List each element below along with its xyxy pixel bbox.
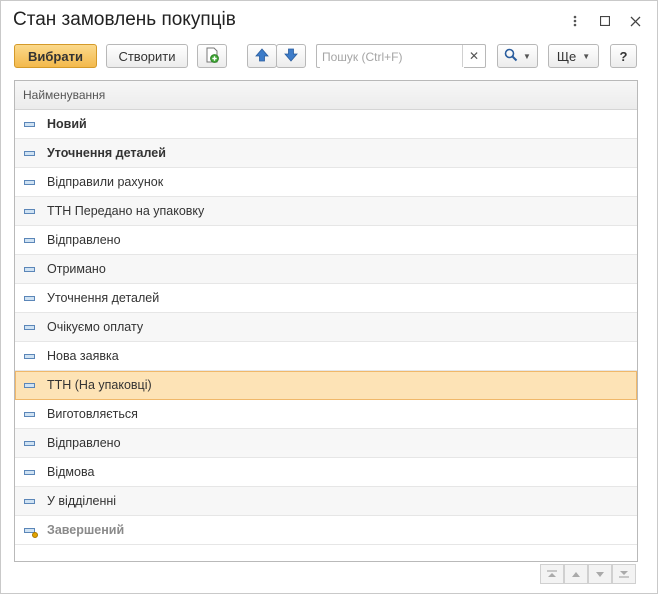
select-button[interactable]: Вибрати (14, 44, 97, 68)
scroll-up-icon[interactable] (564, 564, 588, 584)
list-rows: Новий Уточнення деталей Відправили рахунок… (15, 110, 637, 545)
scroll-bottom-icon[interactable] (612, 564, 636, 584)
list-item-icon (24, 411, 35, 417)
list-item-icon (24, 208, 35, 214)
scroll-top-icon[interactable] (540, 564, 564, 584)
status-list: Найменування Новий Уточнення деталей Відпр… (14, 80, 638, 562)
more-vertical-icon[interactable] (565, 11, 585, 31)
chevron-down-icon: ▼ (523, 51, 531, 61)
list-item[interactable]: ТТН (На упаковці) (15, 371, 637, 400)
list-item[interactable]: Виготовляється (15, 400, 637, 429)
marked-item-icon (24, 527, 38, 538)
list-item-label: Нова заявка (47, 349, 119, 363)
list-item[interactable]: ТТН Передано на упаковку (15, 197, 637, 226)
clear-icon[interactable]: ✕ (462, 45, 485, 67)
list-item-label: Завершений (47, 523, 125, 537)
close-icon[interactable] (625, 11, 645, 31)
list-item-icon (24, 179, 35, 185)
list-item[interactable]: Новий (15, 110, 637, 139)
chevron-down-icon: ▼ (582, 51, 591, 61)
list-item-icon (24, 469, 35, 475)
list-item[interactable]: Відправили рахунок (15, 168, 637, 197)
move-down-button[interactable] (276, 44, 306, 68)
toolbar: Вибрати Створити ✕ (14, 44, 644, 70)
list-item-icon (24, 121, 35, 127)
search-icon (504, 48, 518, 65)
list-item[interactable]: Завершений (15, 516, 637, 545)
list-item[interactable]: Відправлено (15, 226, 637, 255)
move-up-button[interactable] (247, 44, 277, 68)
more-label: Ще (556, 48, 577, 64)
list-item-label: Отримано (47, 262, 106, 276)
window-title: Стан замовлень покупців (13, 9, 236, 30)
dialog-window: Стан замовлень покупців Вибрати Створити (0, 0, 658, 594)
list-item-label: ТТН (На упаковці) (47, 378, 152, 392)
list-item-label: Відправлено (47, 436, 121, 450)
column-header-name[interactable]: Найменування (15, 81, 637, 110)
arrow-down-icon (284, 48, 298, 65)
arrow-up-icon (255, 47, 269, 65)
list-item-icon (24, 498, 35, 504)
list-item-label: Уточнення деталей (47, 291, 160, 305)
list-item[interactable]: Уточнення деталей (15, 139, 637, 168)
list-item[interactable]: Отримано (15, 255, 637, 284)
list-item-icon (24, 150, 35, 156)
list-item[interactable]: Уточнення деталей (15, 284, 637, 313)
list-item-icon (24, 353, 35, 359)
list-item-label: Очікуємо оплату (47, 320, 144, 334)
list-navigation (540, 564, 636, 584)
create-button[interactable]: Створити (106, 44, 188, 68)
maximize-icon[interactable] (595, 11, 615, 31)
list-item[interactable]: У відділенні (15, 487, 637, 516)
search-field: ✕ (316, 44, 486, 68)
list-item-label: Відправлено (47, 233, 121, 247)
list-item[interactable]: Відправлено (15, 429, 637, 458)
list-item-label: У відділенні (47, 494, 117, 508)
list-item-label: Відправили рахунок (47, 175, 164, 189)
help-button[interactable]: ? (610, 44, 637, 68)
list-item[interactable]: Нова заявка (15, 342, 637, 371)
scroll-down-icon[interactable] (588, 564, 612, 584)
add-copy-icon (204, 47, 220, 66)
add-copy-button[interactable] (197, 44, 227, 68)
list-item-icon (24, 266, 35, 272)
more-button[interactable]: Ще ▼ (548, 44, 599, 68)
list-item-icon (24, 440, 35, 446)
list-item-icon (24, 324, 35, 330)
list-item-label: Уточнення деталей (47, 146, 166, 160)
list-item-icon (24, 237, 35, 243)
list-item-label: ТТН Передано на упаковку (47, 204, 205, 218)
list-item[interactable]: Очікуємо оплату (15, 313, 637, 342)
list-item-label: Відмова (47, 465, 95, 479)
list-item[interactable]: Відмова (15, 458, 637, 487)
list-item-label: Новий (47, 117, 87, 131)
list-item-icon (24, 295, 35, 301)
search-input[interactable] (320, 46, 464, 68)
search-options-button[interactable]: ▼ (497, 44, 538, 68)
list-item-icon (24, 382, 35, 388)
list-item-label: Виготовляється (47, 407, 138, 421)
